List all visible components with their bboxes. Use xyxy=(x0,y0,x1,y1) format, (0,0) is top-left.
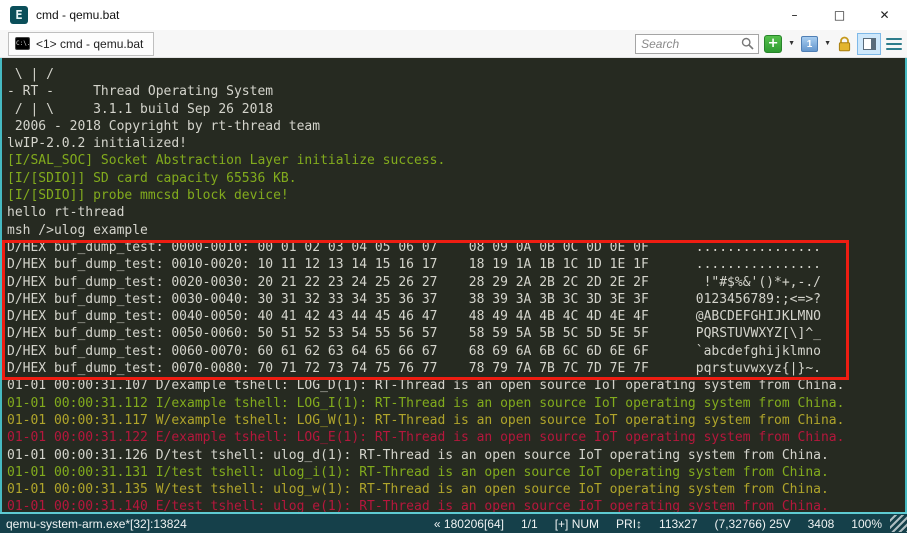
terminal-line: D/HEX buf_dump_test: 0000-0010: 00 01 02… xyxy=(7,239,905,256)
status-cell: 113x27 xyxy=(659,517,697,531)
terminal-line: 01-01 00:00:31.140 E/test tshell: ulog_e… xyxy=(7,498,905,512)
status-process: qemu-system-arm.exe*[32]:13824 xyxy=(0,517,187,531)
terminal-line: 01-01 00:00:31.117 W/example tshell: LOG… xyxy=(7,412,905,429)
terminal-line: [I/SAL_SOC] Socket Abstraction Layer ini… xyxy=(7,152,905,169)
status-cell: 3408 xyxy=(808,517,835,531)
terminal-line: 01-01 00:00:31.131 I/test tshell: ulog_i… xyxy=(7,464,905,481)
tab-label: <1> cmd - qemu.bat xyxy=(36,37,143,51)
terminal-line: D/HEX buf_dump_test: 0020-0030: 20 21 22… xyxy=(7,274,905,291)
terminal-lines: \ | /- RT - Thread Operating System / | … xyxy=(7,66,905,512)
terminal-output[interactable]: \ | /- RT - Thread Operating System / | … xyxy=(0,58,907,512)
status-cell: PRI↕ xyxy=(616,517,642,531)
conemu-icon: E xyxy=(10,6,28,24)
terminal-line: D/HEX buf_dump_test: 0050-0060: 50 51 52… xyxy=(7,325,905,342)
terminal-line: 01-01 00:00:31.112 I/example tshell: LOG… xyxy=(7,395,905,412)
terminal-line: D/HEX buf_dump_test: 0040-0050: 40 41 42… xyxy=(7,308,905,325)
terminal-line: D/HEX buf_dump_test: 0030-0040: 30 31 32… xyxy=(7,291,905,308)
status-cell: 1/1 xyxy=(521,517,538,531)
terminal-line: 01-01 00:00:31.107 D/example tshell: LOG… xyxy=(7,377,905,394)
maximize-button[interactable]: □ xyxy=(817,0,862,30)
terminal-line: [I/[SDIO]] probe mmcsd block device! xyxy=(7,187,905,204)
search-box[interactable] xyxy=(635,34,759,54)
terminal-line: 01-01 00:00:31.122 E/example tshell: LOG… xyxy=(7,429,905,446)
status-cell: « 180206[64] xyxy=(434,517,504,531)
padlock-icon[interactable] xyxy=(837,36,852,52)
close-button[interactable]: ✕ xyxy=(862,0,907,30)
terminal-line: D/HEX buf_dump_test: 0070-0080: 70 71 72… xyxy=(7,360,905,377)
terminal-line: - RT - Thread Operating System xyxy=(7,83,905,100)
terminal-line: lwIP-2.0.2 initialized! xyxy=(7,135,905,152)
status-cell: [+] NUM xyxy=(555,517,599,531)
terminal-line: D/HEX buf_dump_test: 0060-0070: 60 61 62… xyxy=(7,343,905,360)
resize-grip[interactable] xyxy=(890,515,907,532)
minimize-button[interactable]: – xyxy=(772,0,817,30)
console-list-dropdown-icon[interactable]: ▼ xyxy=(823,40,832,47)
new-console-dropdown-icon[interactable]: ▼ xyxy=(787,40,796,47)
terminal-line: \ | / xyxy=(7,66,905,83)
status-bar: qemu-system-arm.exe*[32]:13824 « 180206[… xyxy=(0,512,907,533)
toggle-panel-icon xyxy=(863,38,876,50)
terminal-line: 01-01 00:00:31.135 W/test tshell: ulog_w… xyxy=(7,481,905,498)
tab-cmd-qemu[interactable]: C:\. <1> cmd - qemu.bat xyxy=(8,32,154,56)
status-cell: (7,32766) 25V xyxy=(715,517,791,531)
cmd-icon: C:\. xyxy=(15,37,30,50)
console-list-button[interactable]: 1 xyxy=(801,36,818,52)
terminal-line: 2006 - 2018 Copyright by rt-thread team xyxy=(7,118,905,135)
terminal-line: 01-01 00:00:31.126 D/test tshell: ulog_d… xyxy=(7,447,905,464)
hamburger-menu-icon[interactable] xyxy=(886,37,902,51)
search-input[interactable] xyxy=(641,37,741,51)
terminal-line: / | \ 3.1.1 build Sep 26 2018 xyxy=(7,101,905,118)
window-title: cmd - qemu.bat xyxy=(36,8,119,22)
caption-buttons: – □ ✕ xyxy=(772,0,907,30)
terminal-line: [I/[SDIO]] SD card capacity 65536 KB. xyxy=(7,170,905,187)
conemu-window: E cmd - qemu.bat – □ ✕ C:\. <1> cmd - qe… xyxy=(0,0,907,533)
tab-toolbar: + ▼ 1 ▼ xyxy=(635,33,907,55)
terminal-line: msh />ulog example xyxy=(7,222,905,239)
magnifier-icon xyxy=(741,37,754,50)
title-bar[interactable]: E cmd - qemu.bat – □ ✕ xyxy=(0,0,907,30)
new-console-button[interactable]: + xyxy=(764,35,782,53)
terminal-line: hello rt-thread xyxy=(7,204,905,221)
tab-bar: C:\. <1> cmd - qemu.bat + ▼ 1 ▼ xyxy=(0,30,907,58)
status-right: « 180206[64] 1/1 [+] NUM PRI↕ 113x27 (7,32766… xyxy=(434,517,888,531)
toggle-panel-button[interactable] xyxy=(857,33,881,55)
status-cell: 100% xyxy=(851,517,882,531)
terminal-line: D/HEX buf_dump_test: 0010-0020: 10 11 12… xyxy=(7,256,905,273)
